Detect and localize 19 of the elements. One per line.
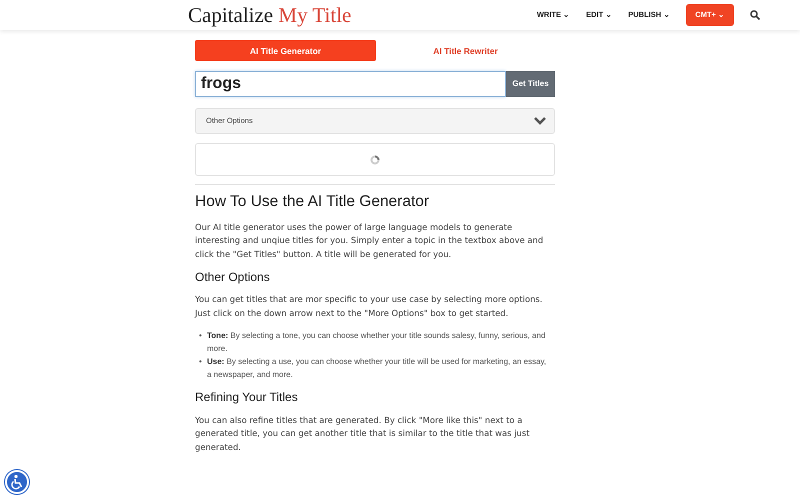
topic-input-field[interactable]: frogs: [195, 71, 506, 97]
bullet: •: [199, 330, 203, 342]
paragraph: You can get titles that are mor specific to your use case by selecting more options. Just click on the down arrow next to the "More Options" box to get started.: [195, 293, 544, 320]
logo-text[interactable]: Capitalize My Title: [188, 4, 352, 26]
wheelchair-icon: [9, 474, 25, 490]
paragraph: Our AI title generator uses the power of large language models to generate interesting and unqiue titles for you. Simply enter a topic in the textbox above and click the "Get Titles" button. A title will be generated for you.: [195, 220, 544, 261]
get-titles-button[interactable]: Get Titles: [506, 71, 555, 97]
tab[interactable]: AI Title Rewriter: [376, 40, 555, 61]
bullet: •: [199, 356, 203, 368]
subsection-heading: Other Options: [195, 270, 271, 284]
list-item: Use: By selecting a use, you can choose whether your title will be used for marketing, an essay, a newspaper, and more.: [207, 356, 548, 382]
list-item: Tone: By selecting a tone, you can choose whether your title sounds salesy, funny, serious, and more.: [207, 330, 546, 356]
section-heading: How To Use the AI Title Generator: [195, 193, 430, 212]
tab[interactable]: AI Title Generator: [195, 40, 376, 61]
paragraph: You can also refine titles that are generated. By click "More like this" next to a generated title, you can get another title that is similar to the title that was just generated.: [195, 414, 530, 454]
accessibility-button[interactable]: [5, 470, 29, 494]
search-icon[interactable]: [750, 10, 760, 20]
chevron-icon[interactable]: [534, 117, 546, 125]
subsection-heading: Refining Your Titles: [195, 390, 299, 405]
